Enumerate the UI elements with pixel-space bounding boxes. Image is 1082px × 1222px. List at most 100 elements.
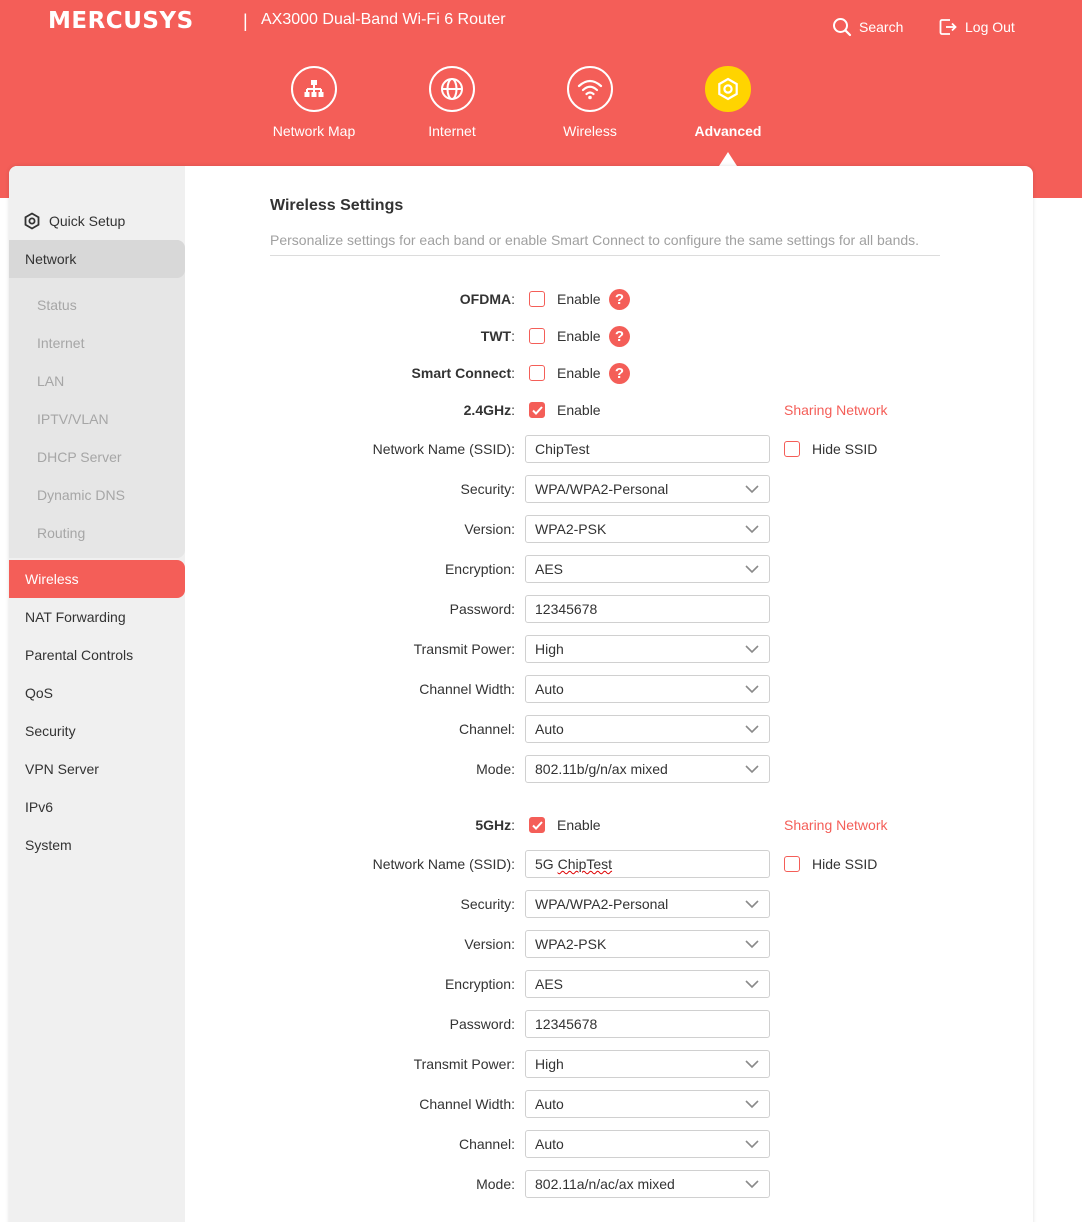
sidebar-item-nat-forwarding[interactable]: NAT Forwarding xyxy=(9,598,185,636)
band24-channel-width-label: Channel Width: xyxy=(419,681,515,697)
sidebar-item-qos[interactable]: QoS xyxy=(9,674,185,712)
sidebar-item-system[interactable]: System xyxy=(9,826,185,864)
band24-sharing-network-link[interactable]: Sharing Network xyxy=(784,396,888,424)
sidebar-item-quick-setup[interactable]: Quick Setup xyxy=(9,202,185,240)
band5-transmit-power-value: High xyxy=(535,1056,564,1072)
band5-encryption-label: Encryption: xyxy=(444,976,515,992)
band24-encryption-select[interactable]: AES xyxy=(525,555,770,583)
band5-mode-row: Mode: 802.11a/n/ac/ax mixed xyxy=(185,1170,1033,1198)
chevron-down-icon xyxy=(745,565,759,574)
band5-ssid-label: Network Name (SSID): xyxy=(372,856,515,872)
band5-security-select[interactable]: WPA/WPA2-Personal xyxy=(525,890,770,918)
band24-transmit-power-label: Transmit Power: xyxy=(413,641,515,657)
help-icon[interactable]: ? xyxy=(609,363,630,384)
search-button[interactable]: Search xyxy=(832,16,903,38)
checkbox-box[interactable] xyxy=(529,291,545,307)
help-icon[interactable]: ? xyxy=(609,289,630,310)
twt-enable-label: Enable xyxy=(557,328,601,344)
band5-enable-row: 5GHz: Enable Sharing Network xyxy=(185,811,1033,839)
nav-wireless-label: Wireless xyxy=(563,123,617,139)
band5-enable-checkbox[interactable]: Enable xyxy=(529,811,601,839)
checkbox-box[interactable] xyxy=(784,441,800,457)
band24-channel-row: Channel: Auto xyxy=(185,715,1033,743)
smart-connect-label: Smart Connect: xyxy=(411,365,515,381)
band5-mode-select[interactable]: 802.11a/n/ac/ax mixed xyxy=(525,1170,770,1198)
twt-checkbox[interactable]: Enable xyxy=(529,322,601,350)
band24-password-input[interactable]: 12345678 xyxy=(525,595,770,623)
band5-hide-ssid-checkbox[interactable]: Hide SSID xyxy=(784,850,877,878)
nav-internet[interactable]: Internet xyxy=(392,66,512,139)
band24-channel-width-value: Auto xyxy=(535,681,564,697)
sidebar-item-status[interactable]: Status xyxy=(37,286,77,324)
logout-button[interactable]: Log Out xyxy=(938,16,1015,38)
band5-password-input[interactable]: 12345678 xyxy=(525,1010,770,1038)
band5-password-value: 12345678 xyxy=(535,1016,598,1032)
band24-mode-select[interactable]: 802.11b/g/n/ax mixed xyxy=(525,755,770,783)
sidebar-item-ipv6[interactable]: IPv6 xyxy=(9,788,185,826)
band5-encryption-select[interactable]: AES xyxy=(525,970,770,998)
band5-security-row: Security: WPA/WPA2-Personal xyxy=(185,890,1033,918)
band24-transmit-power-select[interactable]: High xyxy=(525,635,770,663)
band5-channel-width-row: Channel Width: Auto xyxy=(185,1090,1033,1118)
sidebar-item-lan[interactable]: LAN xyxy=(37,362,64,400)
band5-channel-width-select[interactable]: Auto xyxy=(525,1090,770,1118)
main-panel: Quick Setup Network Status Internet LAN … xyxy=(9,166,1033,1222)
band24-hide-ssid-checkbox[interactable]: Hide SSID xyxy=(784,435,877,463)
band5-channel-select[interactable]: Auto xyxy=(525,1130,770,1158)
chevron-down-icon xyxy=(745,525,759,534)
band24-encryption-row: Encryption: AES xyxy=(185,555,1033,583)
ofdma-checkbox[interactable]: Enable xyxy=(529,285,601,313)
band5-sharing-network-link[interactable]: Sharing Network xyxy=(784,811,888,839)
content-area: Wireless Settings Personalize settings f… xyxy=(185,166,1033,1222)
nav-active-pointer xyxy=(719,152,737,166)
checkbox-box[interactable] xyxy=(529,817,545,833)
sidebar-item-wireless[interactable]: Wireless xyxy=(9,560,185,598)
band24-ssid-value: ChipTest xyxy=(535,441,590,457)
network-map-icon xyxy=(291,66,337,112)
band5-channel-value: Auto xyxy=(535,1136,564,1152)
sidebar-item-parental-controls[interactable]: Parental Controls xyxy=(9,636,185,674)
globe-icon xyxy=(429,66,475,112)
smart-connect-checkbox[interactable]: Enable xyxy=(529,359,601,387)
sidebar-item-internet[interactable]: Internet xyxy=(37,324,84,362)
checkbox-box[interactable] xyxy=(529,402,545,418)
band24-password-row: Password: 12345678 xyxy=(185,595,1033,623)
sidebar-item-iptv-vlan[interactable]: IPTV/VLAN xyxy=(37,400,109,438)
band5-transmit-power-select[interactable]: High xyxy=(525,1050,770,1078)
sidebar-item-dhcp-server[interactable]: DHCP Server xyxy=(37,438,122,476)
chevron-down-icon xyxy=(745,900,759,909)
band24-version-select[interactable]: WPA2-PSK xyxy=(525,515,770,543)
sidebar-item-vpn-server[interactable]: VPN Server xyxy=(9,750,185,788)
help-icon[interactable]: ? xyxy=(609,326,630,347)
band5-version-select[interactable]: WPA2-PSK xyxy=(525,930,770,958)
band24-ssid-input[interactable]: ChipTest xyxy=(525,435,770,463)
nav-advanced[interactable]: Advanced xyxy=(668,66,788,139)
band24-security-label: Security: xyxy=(460,481,515,497)
chevron-down-icon xyxy=(745,1100,759,1109)
search-label: Search xyxy=(859,19,904,35)
band24-security-select[interactable]: WPA/WPA2-Personal xyxy=(525,475,770,503)
band24-security-value: WPA/WPA2-Personal xyxy=(535,481,669,497)
sidebar-item-dynamic-dns[interactable]: Dynamic DNS xyxy=(37,476,125,514)
band5-ssid-input[interactable]: 5G ChipTest xyxy=(525,850,770,878)
brand-logo: MERCUSYS xyxy=(48,8,194,34)
chevron-down-icon xyxy=(745,645,759,654)
logout-label: Log Out xyxy=(965,19,1015,35)
sidebar-item-routing[interactable]: Routing xyxy=(37,514,85,552)
band24-enable-checkbox[interactable]: Enable xyxy=(529,396,601,424)
chevron-down-icon xyxy=(745,1180,759,1189)
network-submenu: Network Status Internet LAN IPTV/VLAN DH… xyxy=(9,240,185,558)
band24-channel-width-select[interactable]: Auto xyxy=(525,675,770,703)
band24-channel-select[interactable]: Auto xyxy=(525,715,770,743)
sidebar-item-network[interactable]: Network xyxy=(9,240,185,278)
nav-network-map[interactable]: Network Map xyxy=(254,66,374,139)
chevron-down-icon xyxy=(745,765,759,774)
sidebar-item-security[interactable]: Security xyxy=(9,712,185,750)
checkbox-box[interactable] xyxy=(529,328,545,344)
checkbox-box[interactable] xyxy=(529,365,545,381)
checkbox-box[interactable] xyxy=(784,856,800,872)
ofdma-label: OFDMA: xyxy=(459,291,515,307)
band5-version-label: Version: xyxy=(464,936,515,952)
nav-wireless[interactable]: Wireless xyxy=(530,66,650,139)
band5-encryption-value: AES xyxy=(535,976,564,992)
